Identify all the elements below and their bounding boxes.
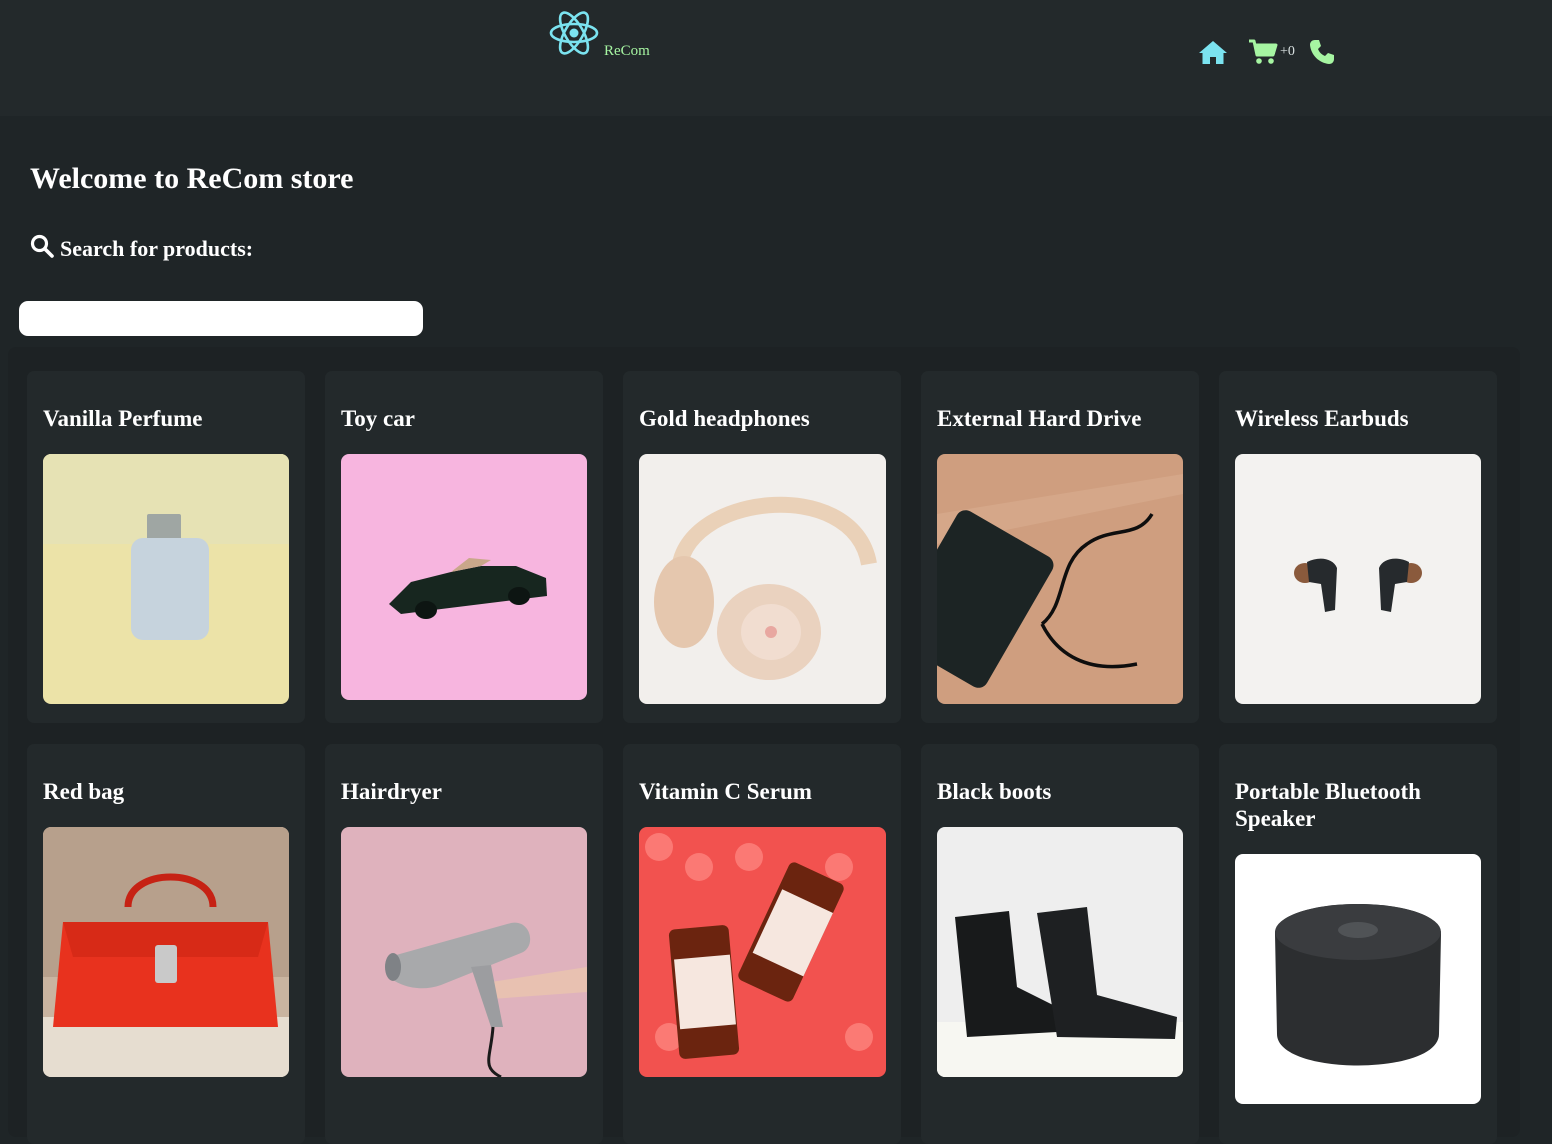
product-image[interactable] <box>937 827 1183 1077</box>
product-image[interactable] <box>341 827 587 1077</box>
navbar: ReCom +0 <box>0 0 1552 116</box>
product-image[interactable] <box>1235 854 1481 1104</box>
product-grid: Vanilla Perfume Toy car Gold headphones <box>8 347 1520 1144</box>
product-card[interactable]: Vanilla Perfume <box>27 371 305 723</box>
product-title: Toy car <box>341 406 415 431</box>
search-input[interactable] <box>19 301 423 336</box>
product-image[interactable] <box>341 454 587 700</box>
product-card[interactable]: Vitamin C Serum <box>623 744 901 1144</box>
product-card[interactable]: Gold headphones <box>623 371 901 723</box>
hero-section: Welcome to ReCom store Search for produc… <box>0 116 1528 344</box>
product-image[interactable] <box>639 827 886 1077</box>
product-title: Portable Bluetooth Speaker <box>1235 779 1421 831</box>
product-image[interactable] <box>937 454 1183 704</box>
page-title: Welcome to ReCom store <box>30 162 354 195</box>
product-title: Red bag <box>43 779 125 804</box>
product-card[interactable]: External Hard Drive <box>921 371 1199 723</box>
product-image[interactable] <box>43 454 289 704</box>
react-logo-icon <box>548 9 600 62</box>
nav-icons: +0 <box>1198 36 1335 68</box>
product-title: Vanilla Perfume <box>43 406 203 431</box>
product-title: Gold headphones <box>639 406 810 431</box>
search-icon <box>30 234 54 264</box>
product-card[interactable]: Portable Bluetooth Speaker <box>1219 744 1497 1144</box>
product-image[interactable] <box>639 454 886 704</box>
product-image[interactable] <box>43 827 289 1077</box>
phone-icon[interactable] <box>1309 39 1335 65</box>
search-label: Search for products: <box>30 234 253 264</box>
product-card[interactable]: Wireless Earbuds <box>1219 371 1497 723</box>
search-label-text: Search for products: <box>60 236 254 261</box>
product-image[interactable] <box>1235 454 1481 704</box>
product-title: External Hard Drive <box>937 406 1142 431</box>
product-card[interactable]: Black boots <box>921 744 1199 1144</box>
home-icon[interactable] <box>1198 39 1228 65</box>
cart-link[interactable]: +0 <box>1248 39 1295 65</box>
product-title: Vitamin C Serum <box>639 779 812 804</box>
brand-name: ReCom <box>604 43 650 59</box>
cart-count: +0 <box>1280 44 1295 59</box>
product-title: Wireless Earbuds <box>1235 406 1409 431</box>
product-title: Black boots <box>937 779 1052 804</box>
cart-icon <box>1248 39 1278 65</box>
product-card[interactable]: Toy car <box>325 371 603 723</box>
brand-link[interactable]: ReCom <box>548 11 650 62</box>
product-title: Hairdryer <box>341 779 442 804</box>
product-card[interactable]: Hairdryer <box>325 744 603 1144</box>
product-card[interactable]: Red bag <box>27 744 305 1144</box>
